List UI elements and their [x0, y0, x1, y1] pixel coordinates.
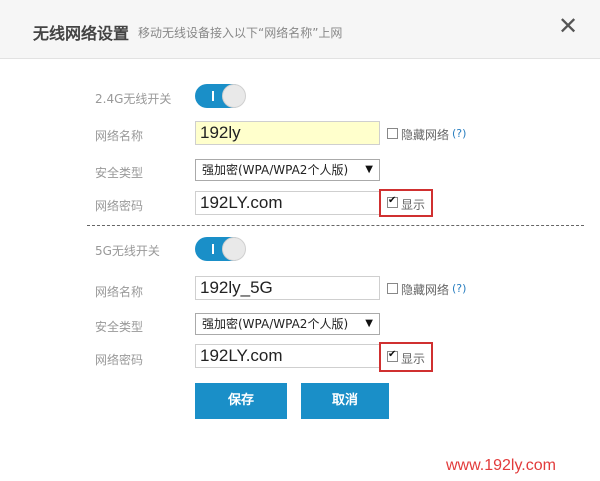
close-icon[interactable]: ✕ [556, 14, 580, 38]
band24-security-label: 安全类型 [95, 166, 144, 180]
band5-ssid-label: 网络名称 [95, 285, 144, 299]
dropdown-arrow-icon: ▼ [365, 164, 373, 175]
toggle-knob [222, 237, 246, 261]
cancel-button[interactable]: 取消 [301, 383, 389, 419]
band5-security-label: 安全类型 [95, 320, 144, 334]
band5-switch-label: 5G无线开关 [95, 244, 160, 258]
toggle-knob [222, 84, 246, 108]
band24-ssid-label: 网络名称 [95, 129, 144, 143]
band24-hide-network-label: 隐藏网络 [401, 128, 450, 142]
toggle-on-indicator [212, 91, 214, 101]
band5-show-password-checkbox[interactable] [387, 349, 398, 362]
band5-help-icon[interactable]: (?) [452, 282, 466, 295]
dialog-title: 无线网络设置 [33, 24, 130, 43]
band24-security-select[interactable]: 强加密(WPA/WPA2个人版) ▼ [195, 159, 380, 181]
section-divider [87, 225, 584, 226]
band24-hide-network-checkbox[interactable] [387, 128, 398, 139]
band24-password-input[interactable]: 192LY.com [195, 191, 380, 215]
band5-ssid-input[interactable]: 192ly_5G [195, 276, 380, 300]
band24-show-password-label: 显示 [401, 198, 426, 212]
dialog-header: 无线网络设置 移动无线设备接入以下“网络名称”上网 ✕ [0, 0, 600, 59]
band5-password-label: 网络密码 [95, 353, 144, 367]
band5-wireless-toggle[interactable] [195, 237, 247, 261]
toggle-on-indicator [212, 244, 214, 254]
band5-security-select[interactable]: 强加密(WPA/WPA2个人版) ▼ [195, 313, 380, 335]
band5-hide-network-label: 隐藏网络 [401, 283, 450, 297]
band24-switch-label: 2.4G无线开关 [95, 92, 172, 106]
band24-password-label: 网络密码 [95, 199, 144, 213]
band5-hide-network-checkbox[interactable] [387, 283, 398, 294]
save-button[interactable]: 保存 [195, 383, 287, 419]
watermark: www.192ly.com [446, 457, 556, 474]
band5-show-password-label: 显示 [401, 352, 426, 366]
band24-help-icon[interactable]: (?) [452, 127, 466, 140]
band24-show-password-checkbox[interactable] [387, 195, 398, 208]
band24-ssid-input[interactable]: 192ly [195, 121, 380, 145]
band24-security-value: 强加密(WPA/WPA2个人版) [202, 163, 349, 177]
dialog-subtitle: 移动无线设备接入以下“网络名称”上网 [138, 26, 343, 40]
band24-wireless-toggle[interactable] [195, 84, 247, 108]
dropdown-arrow-icon: ▼ [365, 318, 373, 329]
band5-password-input[interactable]: 192LY.com [195, 344, 380, 368]
band5-security-value: 强加密(WPA/WPA2个人版) [202, 317, 349, 331]
